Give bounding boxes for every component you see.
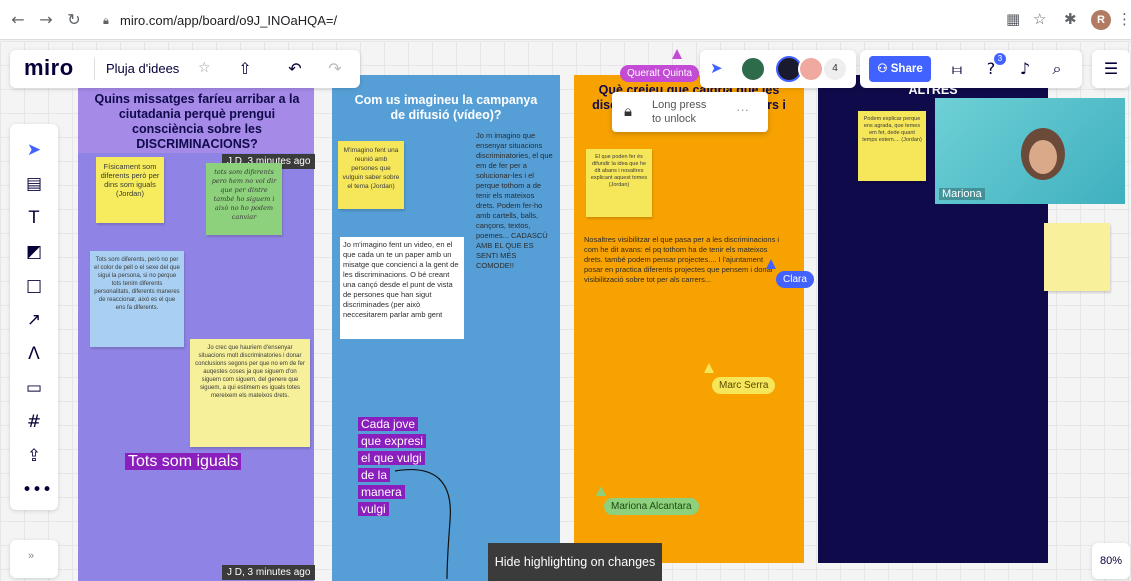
lock-icon: 🔒︎ xyxy=(103,14,109,27)
text-block[interactable]: Nosaltres visibilitzar el que pasa per a… xyxy=(584,235,780,285)
board-header: miro Pluja d'idees ☆ ⇧ ↶ ↷ xyxy=(10,50,360,88)
frame-campaign-title: Com us imagineu la campanya de difusió (… xyxy=(354,93,538,122)
forward-icon[interactable]: → xyxy=(36,10,56,30)
edit-timestamp: J D, 3 minutes ago xyxy=(222,565,316,580)
sticky-note[interactable]: M'imagino fent una reunió amb persones q… xyxy=(338,141,404,209)
redo-icon[interactable]: ↷ xyxy=(322,56,348,82)
cursor-marc-icon xyxy=(704,363,714,373)
collaborators-panel: ➤ 4 xyxy=(700,50,856,88)
connector-icon[interactable]: ↗ xyxy=(22,308,46,332)
shape-icon[interactable]: □ xyxy=(22,274,46,298)
sticky-note[interactable]: Podem explicar perque ens agrada, que te… xyxy=(858,111,926,181)
share-people-icon: ⚇ xyxy=(877,63,891,75)
participant-face xyxy=(1029,140,1057,174)
sticky-note-icon[interactable]: ◩ xyxy=(22,240,46,264)
select-tool-icon[interactable]: ➤ xyxy=(22,138,46,162)
padlock-icon: 🔒︎ xyxy=(624,102,632,120)
zoom-level[interactable]: 80% xyxy=(1092,543,1130,579)
board-name[interactable]: Pluja d'idees xyxy=(106,61,179,76)
text-block[interactable]: Jo m'imagino fent un video, en el que ca… xyxy=(340,237,464,339)
notifications-icon[interactable]: ♪ xyxy=(1012,56,1038,82)
empty-sticky-note[interactable] xyxy=(1044,223,1110,291)
avatar[interactable] xyxy=(740,56,766,82)
share-panel: ⚇ Share ⧦ ? 3 ♪ ⌕ xyxy=(860,50,1082,88)
frame-icon[interactable]: # xyxy=(22,410,46,434)
sticky-note[interactable]: Jo crec que hauriem d'ensenyar situacion… xyxy=(190,339,310,447)
url-bar[interactable]: miro.com/app/board/o9J_INOaHQA=/ xyxy=(120,13,337,28)
expand-panel[interactable]: » xyxy=(10,540,58,578)
profile-avatar[interactable]: R xyxy=(1091,10,1111,30)
highlight-text[interactable]: Tots som iguals xyxy=(125,453,242,471)
cursor-queralt-icon xyxy=(672,49,682,59)
text-tool-icon[interactable]: T xyxy=(22,206,46,230)
connector-arrow[interactable] xyxy=(395,461,465,581)
pen-icon[interactable]: Λ xyxy=(22,342,46,366)
share-button[interactable]: ⚇ Share xyxy=(869,56,931,82)
cursor-clara-icon xyxy=(766,259,776,269)
share-label: Share xyxy=(890,63,923,75)
more-tools-icon[interactable]: ••• xyxy=(22,478,52,502)
sticky-note[interactable]: El que poden fer és difundir la idea que… xyxy=(586,149,652,217)
activity-panel[interactable]: ☰ xyxy=(1092,50,1130,88)
video-feed[interactable]: Mariona xyxy=(935,98,1125,204)
avatar[interactable] xyxy=(798,56,824,82)
cursor-label-mariona: Mariona Alcantara xyxy=(604,498,699,515)
export-icon[interactable]: ⇧ xyxy=(232,56,258,82)
text-block[interactable]: Jo m imagino que ensenyar situacions dis… xyxy=(476,131,554,271)
cursor-label-queralt: Queralt Quinta xyxy=(620,65,700,82)
back-icon[interactable]: ← xyxy=(8,10,28,30)
favorite-star-icon[interactable]: ☆ xyxy=(198,60,211,76)
cursor-label-marc: Marc Serra xyxy=(712,377,776,394)
browser-menu-icon[interactable]: ⋮ xyxy=(1117,10,1131,28)
left-toolbar: ➤ ▤ T ◩ □ ↗ Λ ▭ # ⇪ ••• xyxy=(10,124,58,510)
cursor-label-clara: Clara xyxy=(776,271,814,288)
miro-logo[interactable]: miro xyxy=(24,55,74,81)
participant-name: Mariona xyxy=(939,188,985,200)
templates-icon[interactable]: ▤ xyxy=(22,172,46,196)
comment-icon[interactable]: ▭ xyxy=(22,376,46,400)
extensions-icon[interactable]: ✱ xyxy=(1064,10,1077,28)
frame-messages-title: Quins missatges faríeu arribar a la ciut… xyxy=(94,92,300,151)
divider xyxy=(94,58,95,80)
search-icon[interactable]: ⌕ xyxy=(1044,56,1070,82)
settings-sliders-icon[interactable]: ⧦ xyxy=(944,56,970,82)
qr-icon[interactable]: ▦ xyxy=(1006,10,1020,28)
unlock-line2: to unlock xyxy=(652,113,697,125)
reload-icon[interactable]: ↻ xyxy=(64,10,84,30)
expand-icon[interactable]: » xyxy=(28,550,34,562)
browser-chrome: ← → ↻ 🔒︎ miro.com/app/board/o9J_INOaHQA=… xyxy=(0,0,1131,40)
more-icon[interactable]: ··· xyxy=(736,102,749,117)
hide-highlighting-button[interactable]: Hide highlighting on changes xyxy=(488,543,662,581)
activity-list-icon[interactable]: ☰ xyxy=(1098,56,1124,82)
bookmark-star-icon[interactable]: ☆ xyxy=(1033,10,1046,28)
cursor-mariona-icon xyxy=(596,486,606,496)
unlock-popup[interactable]: 🔒︎ Long press to unlock ··· xyxy=(612,92,768,132)
upload-icon[interactable]: ⇪ xyxy=(22,444,46,468)
unlock-line1: Long press xyxy=(652,99,707,111)
sticky-note[interactable]: tots som diferents pero hem no vol dir q… xyxy=(206,163,282,235)
help-badge: 3 xyxy=(994,53,1006,65)
sticky-note[interactable]: Tots som diferents, però no per el color… xyxy=(90,251,184,347)
cursor-toggle-icon[interactable]: ➤ xyxy=(710,59,723,77)
collaborator-count[interactable]: 4 xyxy=(824,58,846,80)
sticky-note[interactable]: Físicament som diferents però per dins s… xyxy=(96,157,164,223)
undo-icon[interactable]: ↶ xyxy=(282,56,308,82)
